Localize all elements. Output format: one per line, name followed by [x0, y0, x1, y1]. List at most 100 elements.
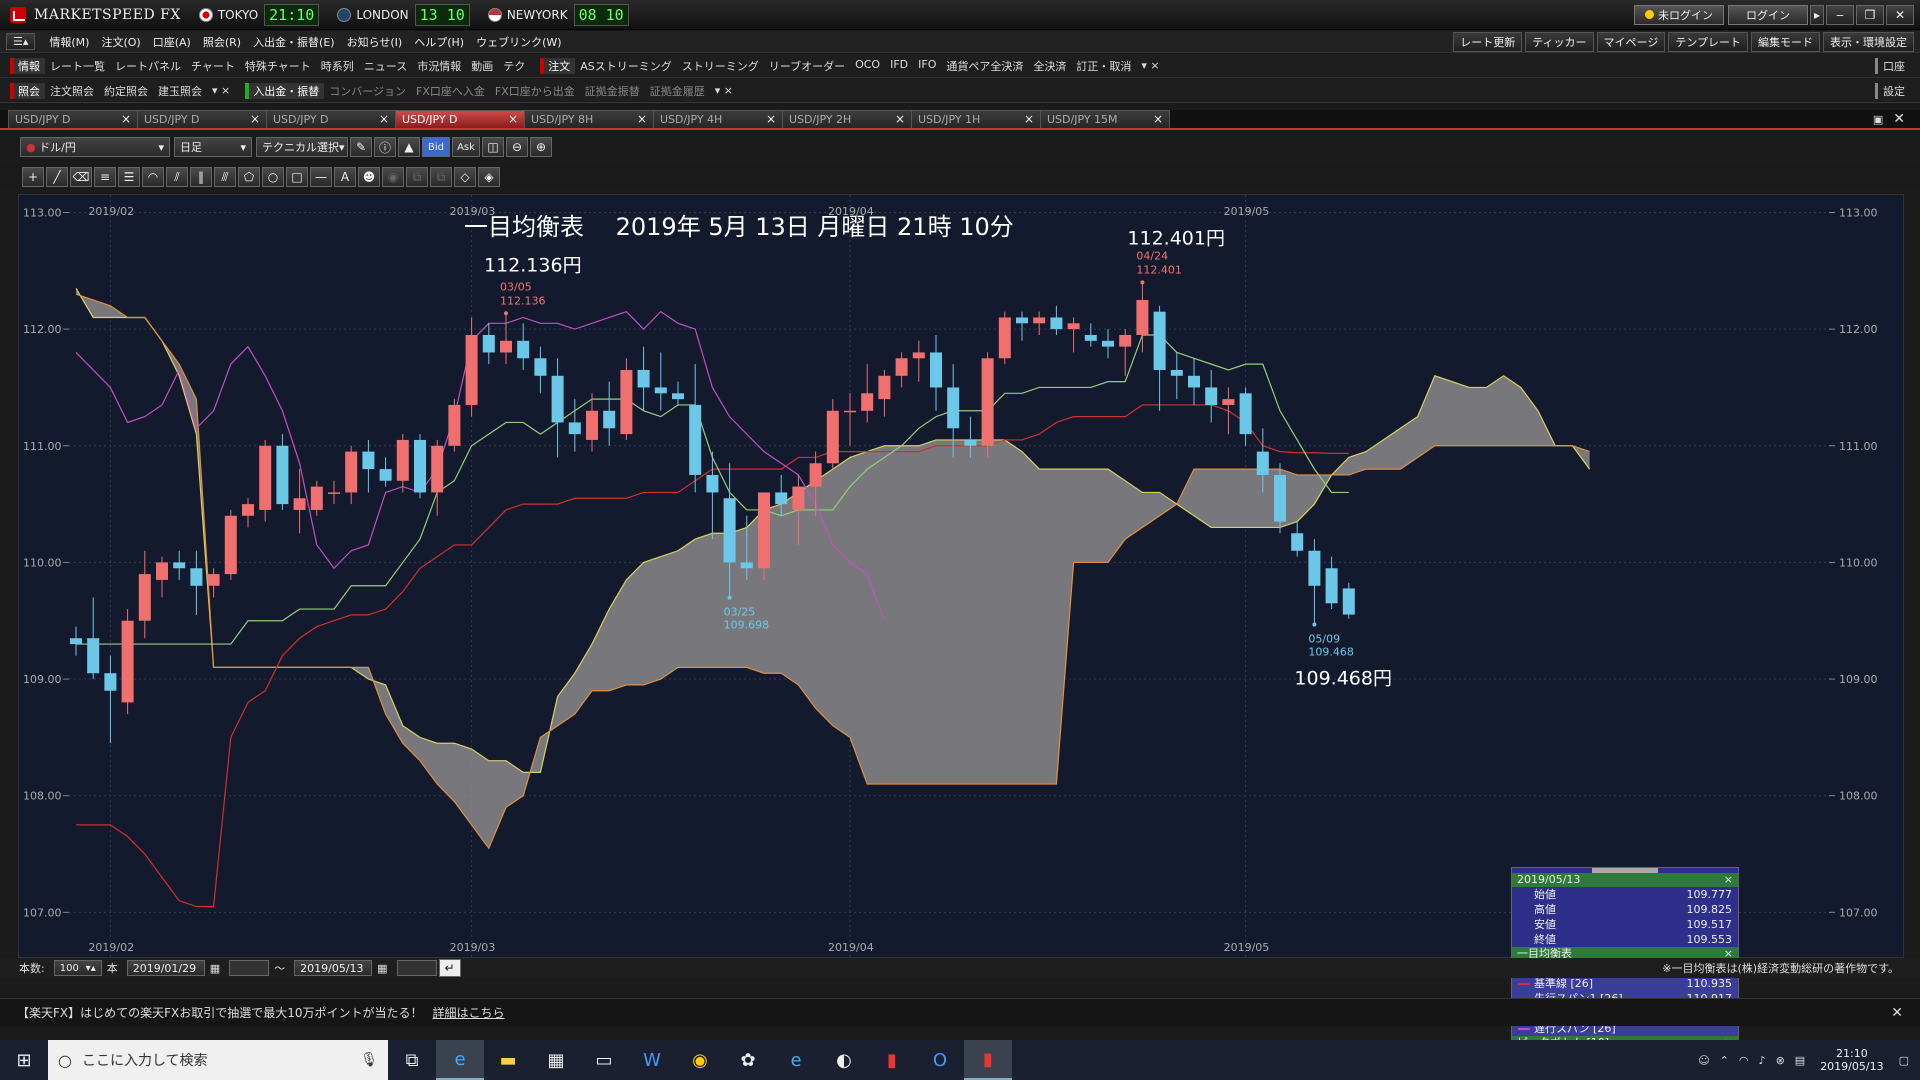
deposit-item-0[interactable]: コンバージョン — [324, 83, 411, 99]
login-button[interactable]: ログイン — [1728, 4, 1808, 25]
people-icon[interactable]: ☺ — [1693, 1054, 1714, 1067]
tab-5[interactable]: USD/JPY 4H × — [653, 110, 783, 128]
order-item-0[interactable]: ASストリーミング — [575, 58, 677, 74]
count-select[interactable]: 100 ▾▴ — [53, 960, 102, 976]
word-icon[interactable]: W — [628, 1040, 676, 1080]
toolbar-inquiry-label[interactable]: 照会 — [10, 82, 45, 99]
paste-disabled-icon[interactable]: ⧉ — [430, 167, 452, 187]
menu-right-1[interactable]: ティッカー — [1525, 31, 1594, 52]
microphone-icon[interactable]: 🎙 — [360, 1052, 378, 1068]
restore-button[interactable]: ❐ — [1856, 4, 1884, 25]
menu-right-0[interactable]: レート更新 — [1453, 31, 1523, 52]
channel-icon[interactable]: ⫻ — [214, 167, 236, 187]
zoom-in-icon[interactable]: ⊕ — [530, 137, 552, 157]
copy-disabled-icon[interactable]: ⧉ — [406, 167, 428, 187]
chart-mode-icon[interactable]: ◫ — [482, 137, 504, 157]
info-item-8[interactable]: テク — [498, 58, 530, 74]
login-arrow-icon[interactable]: ▸ — [1810, 4, 1824, 25]
close-icon[interactable]: × — [1724, 873, 1733, 887]
keyboard-icon[interactable]: ▤ — [1790, 1054, 1810, 1067]
menu-item-6[interactable]: ヘルプ(H) — [408, 34, 470, 50]
pen-icon[interactable]: ✎ — [350, 137, 372, 157]
fibonacci-icon[interactable]: ☰ — [118, 167, 140, 187]
toolbar-order-label[interactable]: 注文 — [540, 57, 576, 74]
toolbar-info-label[interactable]: 情報 — [10, 57, 45, 74]
info-item-2[interactable]: チャート — [186, 58, 240, 74]
menu-item-4[interactable]: 入出金・振替(E) — [247, 34, 341, 50]
inquiry-item-1[interactable]: 約定照会 — [99, 83, 153, 99]
monitor-icon[interactable]: ▭ — [580, 1040, 628, 1080]
close-news-icon[interactable]: ✕ — [1886, 1005, 1908, 1021]
candlestick-chart[interactable]: 113.00 113.00 112.00 112.00 111.00 111.00 110.… — [19, 195, 1905, 959]
calendar-icon[interactable]: ▦ — [372, 962, 392, 975]
tab-1[interactable]: USD/JPY D × — [137, 110, 267, 128]
trendline-icon[interactable]: ╱ — [46, 167, 68, 187]
marketspeed-icon[interactable]: ▮ — [868, 1040, 916, 1080]
drawing-disabled-icon[interactable]: ◉ — [382, 167, 404, 187]
eraser-icon[interactable]: ⌫ — [70, 167, 92, 187]
rectangle-icon[interactable]: □ — [286, 167, 308, 187]
close-chart-icon[interactable]: ✕ — [1888, 111, 1910, 127]
chrome-icon[interactable]: ◉ — [676, 1040, 724, 1080]
inquiry-item-2[interactable]: 建玉照会 — [153, 83, 207, 99]
close-tab-icon[interactable]: × — [895, 112, 905, 126]
close-tab-icon[interactable]: × — [121, 112, 131, 126]
menu-toggle-icon[interactable]: ☰▴ — [6, 33, 36, 50]
menu-item-5[interactable]: お知らせ(I) — [341, 34, 409, 50]
from-date-input[interactable]: 2019/01/29 — [126, 960, 205, 976]
toolbar-deposit-label[interactable]: 入出金・振替 — [245, 82, 325, 99]
close-tab-icon[interactable]: × — [379, 112, 389, 126]
info-item-1[interactable]: レートパネル — [110, 58, 186, 74]
calculator-icon[interactable]: ▦ — [532, 1040, 580, 1080]
order-item-2[interactable]: リーブオーダー — [764, 58, 850, 74]
zoom-out-icon[interactable]: ⊖ — [506, 137, 528, 157]
menu-item-3[interactable]: 照会(R) — [197, 34, 247, 50]
tab-2[interactable]: USD/JPY D × — [266, 110, 396, 128]
close-tab-icon[interactable]: × — [766, 112, 776, 126]
calendar-icon[interactable]: ▦ — [205, 962, 225, 975]
order-item-6[interactable]: 通貨ペア全決済 — [941, 58, 1028, 74]
deposit-item-2[interactable]: FX口座から出金 — [490, 83, 580, 99]
order-item-4[interactable]: IFD — [885, 58, 913, 74]
dropdown-icon[interactable]: ▾ × — [710, 84, 738, 97]
volume-icon[interactable]: ♪ — [1754, 1054, 1771, 1067]
info-item-6[interactable]: 市況情報 — [412, 58, 466, 74]
taskbar-clock[interactable]: 21:10 2019/05/13 — [1820, 1047, 1883, 1073]
toolbar-account-button[interactable]: 口座 — [1875, 57, 1910, 74]
close-window-button[interactable]: ✕ — [1886, 4, 1914, 25]
technical-select[interactable]: テクニカル選択 ▾ — [256, 137, 348, 157]
order-item-3[interactable]: OCO — [850, 58, 885, 74]
edge-icon[interactable]: e — [772, 1040, 820, 1080]
inquiry-item-0[interactable]: 注文照会 — [45, 83, 99, 99]
outlook-icon[interactable]: O — [916, 1040, 964, 1080]
windows-start-icon[interactable]: ⊞ — [0, 1040, 48, 1080]
fan-lines-icon[interactable]: ⫽ — [166, 167, 188, 187]
clear-all-icon[interactable]: ◈ — [478, 167, 500, 187]
tab-3[interactable]: USD/JPY D × — [395, 110, 525, 128]
network-icon[interactable]: ◠ — [1734, 1054, 1754, 1067]
menu-right-3[interactable]: テンプレート — [1668, 31, 1748, 52]
clear-icon[interactable]: ◇ — [454, 167, 476, 187]
to-time-input[interactable] — [396, 960, 437, 976]
tab-4[interactable]: USD/JPY 8H × — [524, 110, 654, 128]
toolbar-settings-button[interactable]: 設定 — [1875, 82, 1910, 99]
menu-right-2[interactable]: マイページ — [1596, 31, 1666, 52]
ie-icon[interactable]: e — [436, 1040, 484, 1080]
mountain-chart-icon[interactable]: ▲ — [398, 137, 420, 157]
menu-item-2[interactable]: 口座(A) — [147, 34, 197, 50]
close-tab-icon[interactable]: × — [637, 112, 647, 126]
maximize-chart-icon[interactable]: ▣ — [1868, 113, 1888, 126]
currency-pair-select[interactable]: ● ドル/円 ▾ — [20, 137, 170, 157]
close-tab-icon[interactable]: × — [1024, 112, 1034, 126]
deposit-item-4[interactable]: 証拠金履歴 — [645, 83, 710, 99]
return-icon[interactable]: ↵ — [438, 959, 461, 977]
to-date-input[interactable]: 2019/05/13 — [294, 960, 373, 976]
vertical-lines-icon[interactable]: ‖ — [190, 167, 212, 187]
marketspeed-fx-icon[interactable]: ▮ — [964, 1040, 1012, 1080]
menu-item-0[interactable]: 情報(M) — [43, 34, 95, 50]
task-view-icon[interactable]: ⧉ — [388, 1040, 436, 1080]
info-item-3[interactable]: 特殊チャート — [240, 58, 316, 74]
minimize-button[interactable]: ‒ — [1826, 4, 1854, 25]
horizontal-line-icon[interactable]: — — [310, 167, 332, 187]
notification-icon[interactable]: ▢ — [1894, 1054, 1914, 1067]
